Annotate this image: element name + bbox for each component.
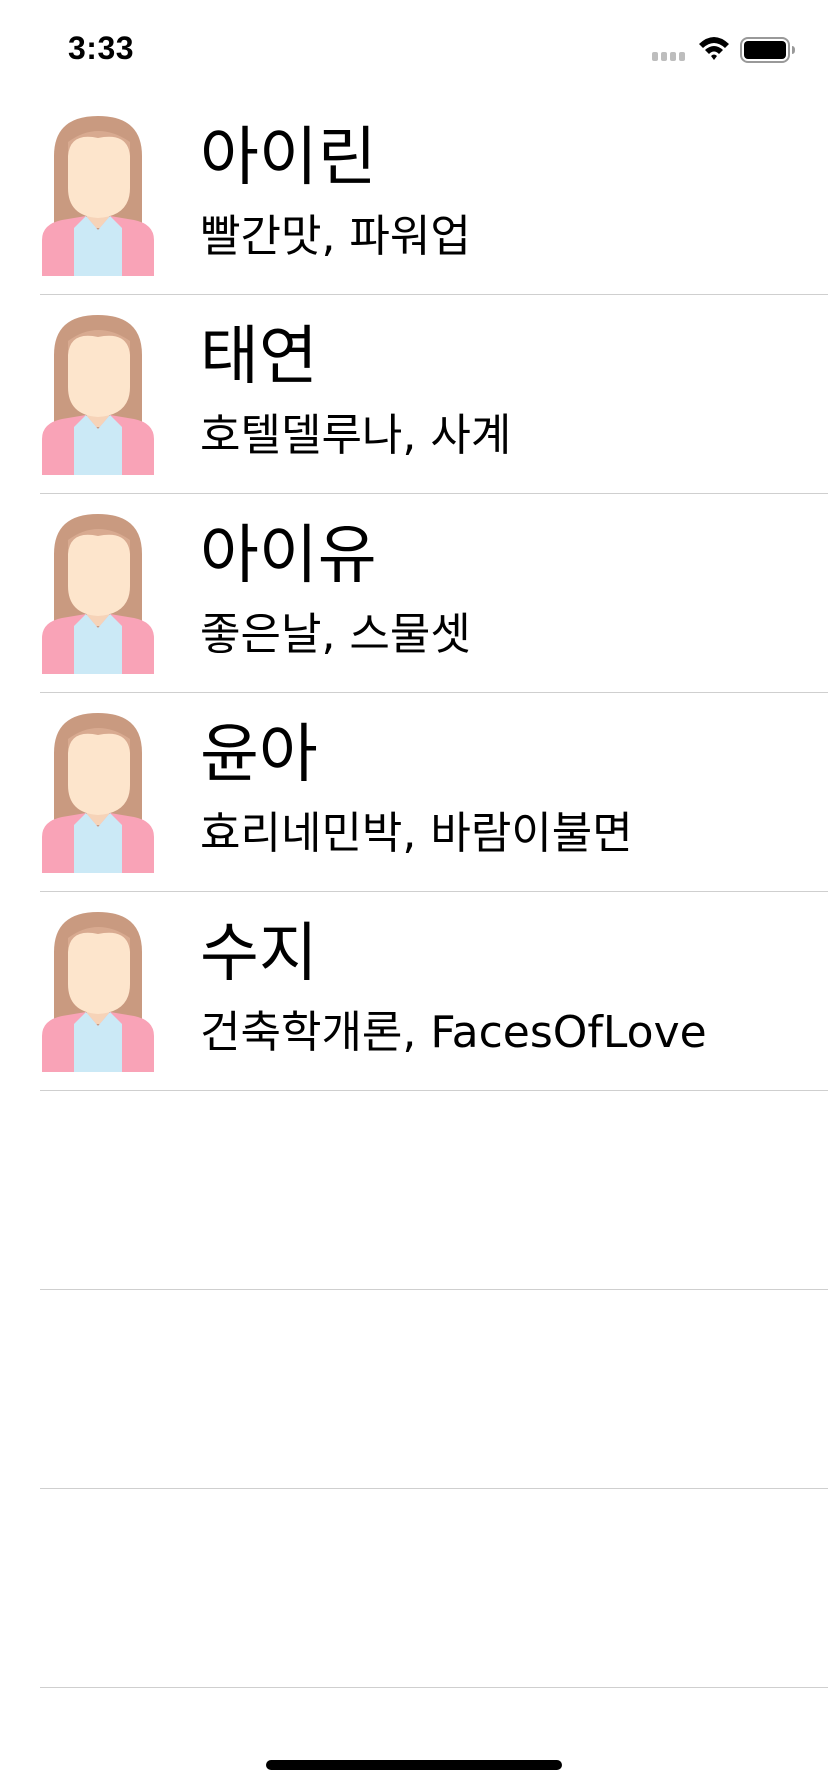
empty-row: [0, 1489, 828, 1688]
woman-avatar-icon: [42, 713, 154, 873]
list-item[interactable]: 아이린 빨간맛, 파워업: [0, 96, 828, 295]
status-bar: 3:33: [0, 0, 828, 96]
wifi-icon: [699, 37, 729, 60]
empty-row: [0, 1091, 828, 1290]
woman-avatar-icon: [42, 315, 154, 475]
artist-name: 태연: [200, 320, 318, 394]
woman-avatar-icon: [42, 514, 154, 674]
list-item[interactable]: 아이유 좋은날, 스물셋: [0, 494, 828, 693]
artist-name: 윤아: [200, 718, 318, 792]
list-item[interactable]: 수지 건축학개론, FacesOfLove: [0, 892, 828, 1091]
artist-songs: 빨간맛, 파워업: [200, 211, 471, 262]
artist-name: 아이유: [200, 519, 377, 593]
artist-list: 아이린 빨간맛, 파워업 태연 호텔델루나, 사계 아이유 좋은날, 스물셋 윤…: [0, 96, 828, 1688]
woman-avatar-icon: [42, 116, 154, 276]
empty-row: [0, 1290, 828, 1489]
status-time: 3:33: [68, 30, 135, 66]
artist-songs: 건축학개론, FacesOfLove: [200, 1007, 707, 1058]
artist-songs: 좋은날, 스물셋: [200, 609, 471, 660]
signal-icon: [652, 52, 685, 61]
battery-icon: [740, 37, 795, 63]
artist-songs: 호텔델루나, 사계: [200, 410, 512, 461]
artist-name: 아이린: [200, 121, 377, 195]
artist-songs: 효리네민박, 바람이불면: [200, 808, 633, 859]
row-separator: [40, 1687, 828, 1688]
artist-name: 수지: [200, 917, 318, 991]
list-item[interactable]: 태연 호텔델루나, 사계: [0, 295, 828, 494]
woman-avatar-icon: [42, 912, 154, 1072]
list-item[interactable]: 윤아 효리네민박, 바람이불면: [0, 693, 828, 892]
home-indicator[interactable]: [266, 1760, 562, 1770]
